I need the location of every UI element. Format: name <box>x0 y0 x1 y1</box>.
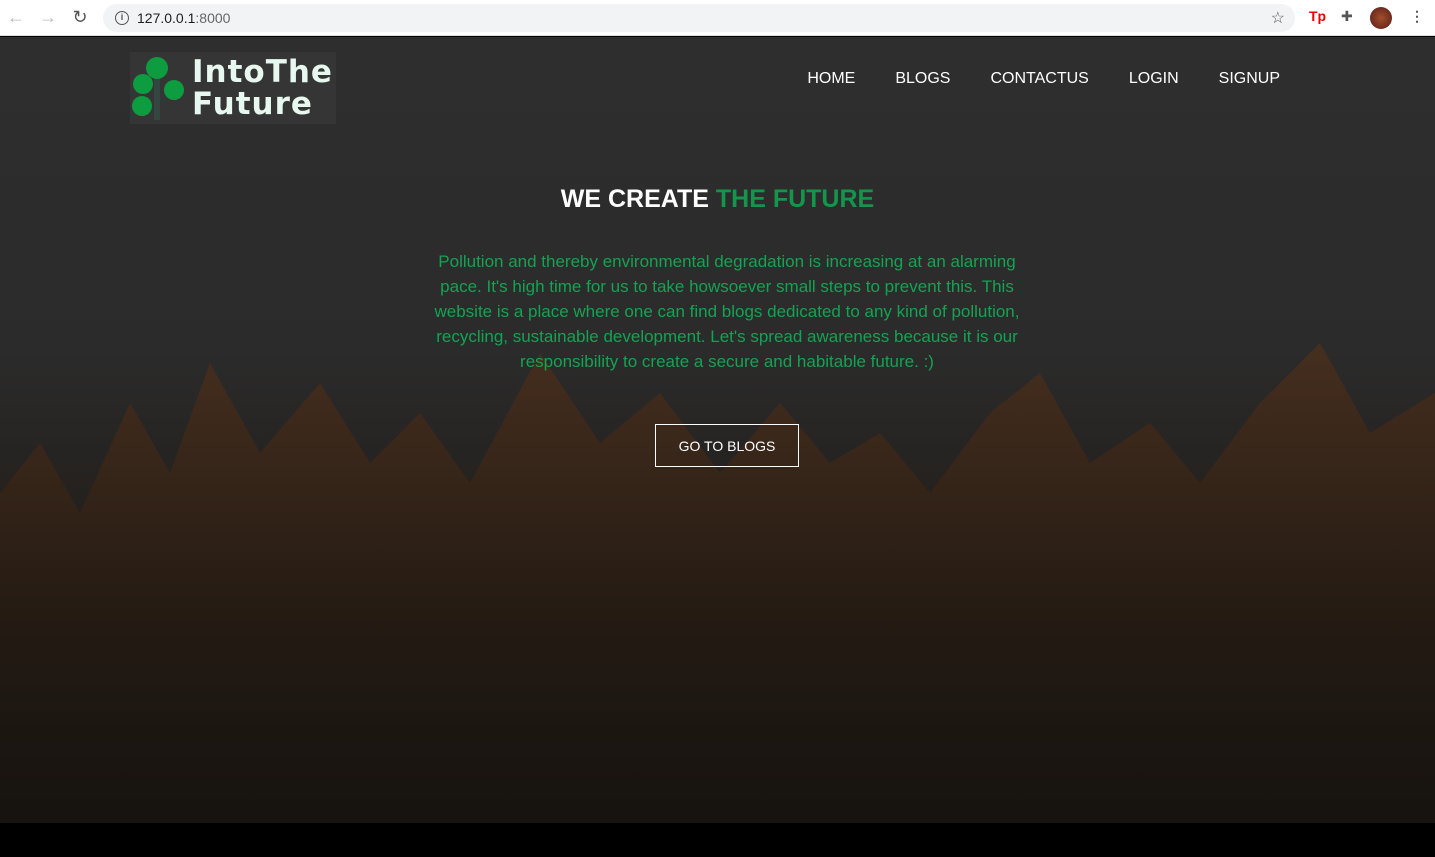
back-icon[interactable]: ← <box>0 7 32 28</box>
logo-line1: IntoThe <box>192 54 333 90</box>
tree-logo-icon <box>132 57 184 120</box>
nav-home[interactable]: HOME <box>807 70 855 88</box>
forward-icon[interactable]: → <box>32 7 64 28</box>
go-to-blogs-button[interactable]: GO TO BLOGS <box>655 424 799 467</box>
nav-contactus[interactable]: CONTACTUS <box>990 70 1088 88</box>
forest-background-image <box>0 343 1435 823</box>
url-port: :8000 <box>195 10 231 26</box>
menu-kebab-icon[interactable]: ⋮ <box>1410 8 1424 25</box>
reload-icon[interactable]: ↻ <box>64 7 96 28</box>
browser-toolbar: ← → ↻ i 127.0.0.1:8000 ☆ Tp ✚ ⋮ <box>0 0 1435 36</box>
address-bar[interactable]: i 127.0.0.1:8000 ☆ <box>103 4 1295 32</box>
info-icon[interactable]: i <box>115 11 129 25</box>
url-host: 127.0.0.1 <box>137 10 196 26</box>
hero-title-green: THE FUTURE <box>715 185 875 213</box>
main-nav: HOME BLOGS CONTACTUS LOGIN SIGNUP <box>807 70 1280 88</box>
extension-tp-icon[interactable]: Tp <box>1309 8 1326 24</box>
logo-line2: Future <box>192 86 313 122</box>
hero-section: IntoThe Future HOME BLOGS CONTACTUS LOGIN… <box>0 37 1435 823</box>
extensions-puzzle-icon[interactable]: ✚ <box>1341 8 1353 25</box>
hero-title: WE CREATE THE FUTURE <box>0 185 1435 214</box>
site-logo[interactable]: IntoThe Future <box>130 52 336 124</box>
profile-avatar[interactable] <box>1370 7 1392 29</box>
nav-blogs[interactable]: BLOGS <box>895 70 950 88</box>
hero-title-white: WE CREATE <box>560 185 716 213</box>
hero-description: Pollution and thereby environmental degr… <box>434 252 1020 371</box>
nav-signup[interactable]: SIGNUP <box>1219 70 1280 88</box>
nav-login[interactable]: LOGIN <box>1129 70 1179 88</box>
bookmark-star-icon[interactable]: ☆ <box>1271 8 1285 28</box>
